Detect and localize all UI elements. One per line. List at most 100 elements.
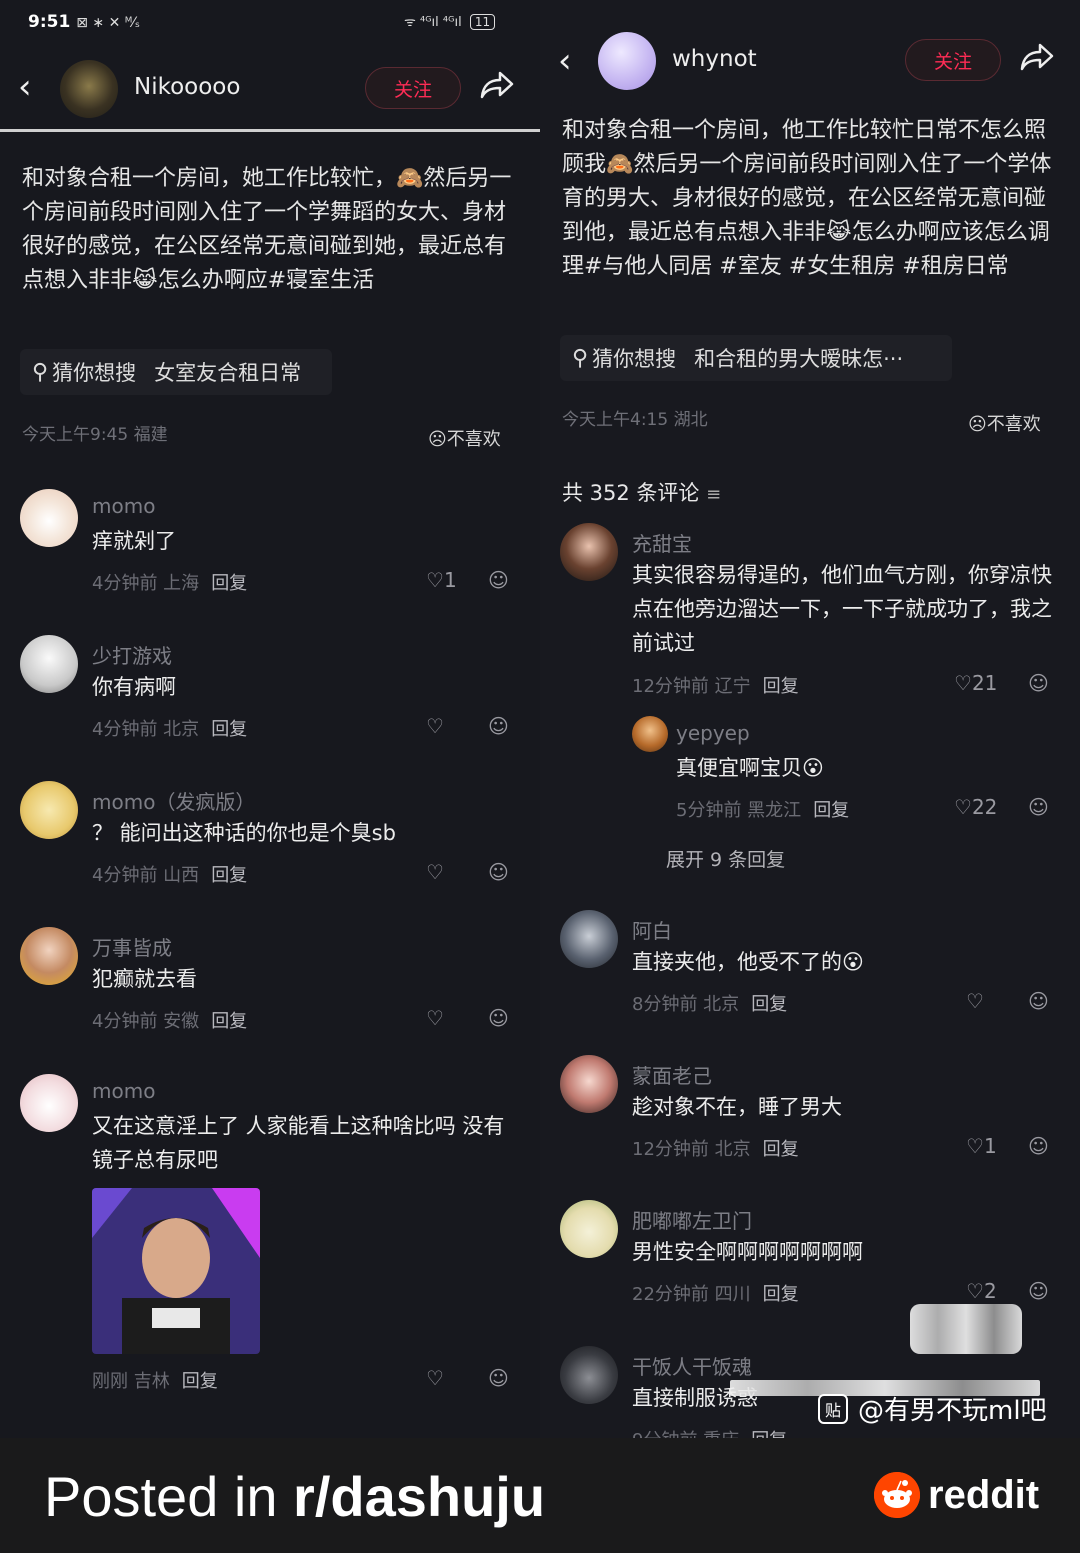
like-button[interactable]: ♡	[426, 1366, 444, 1390]
like-button[interactable]: ♡21	[954, 671, 997, 695]
watermark: 贴 @有男不玩ml吧	[818, 1390, 1047, 1427]
comment-avatar[interactable]	[560, 1200, 618, 1258]
comment-author[interactable]: 肥嘟嘟左卫门	[632, 1205, 752, 1234]
like-button[interactable]: ♡	[426, 714, 444, 738]
reddit-brand[interactable]: reddit	[874, 1472, 1039, 1518]
comment-author[interactable]: momo	[92, 494, 155, 518]
reply-button[interactable]: 回复	[763, 1284, 799, 1305]
comment-image[interactable]	[92, 1188, 260, 1354]
comment-author[interactable]: momo	[92, 1079, 155, 1103]
like-button[interactable]: ♡2	[966, 1279, 997, 1303]
like-count: 1	[443, 568, 457, 592]
search-suggestion[interactable]: ⚲ 猜你想搜 女室友合租日常	[20, 349, 332, 395]
like-button[interactable]: ♡	[966, 989, 984, 1013]
search-prefix: 猜你想搜	[592, 347, 677, 371]
heart-icon: ♡	[966, 1134, 984, 1158]
comment-author[interactable]: 干饭人干饭魂	[632, 1351, 752, 1380]
comment-avatar[interactable]	[560, 1055, 618, 1113]
reply-avatar[interactable]	[632, 716, 668, 752]
comment-emoji-icon[interactable]: ☺	[1028, 1279, 1049, 1303]
comment-emoji-icon[interactable]: ☺	[488, 568, 509, 592]
search-suggestion[interactable]: ⚲ 猜你想搜 和合租的男大暧昧怎···	[560, 335, 952, 381]
like-button[interactable]: ♡1	[426, 568, 457, 592]
comment-count: 共 352 条评论 ≡	[562, 477, 721, 507]
comment-emoji-icon[interactable]: ☺	[1028, 989, 1049, 1013]
reply-button[interactable]: 回复	[211, 719, 247, 740]
comment-emoji-icon[interactable]: ☺	[1028, 1134, 1049, 1158]
comment-avatar[interactable]	[20, 781, 78, 839]
author-name[interactable]: whynot	[672, 46, 757, 72]
back-icon[interactable]: ‹	[558, 44, 572, 78]
comment-emoji-icon[interactable]: ☺	[1028, 671, 1049, 695]
search-icon: ⚲	[32, 359, 49, 385]
heart-icon: ♡	[954, 671, 972, 695]
back-icon[interactable]: ‹	[18, 70, 32, 104]
comment-time: 22分钟前 四川	[632, 1284, 751, 1305]
heart-icon: ♡	[426, 1006, 444, 1030]
comment-emoji-icon[interactable]: ☺	[488, 860, 509, 884]
comment-meta: 4分钟前 上海 回复	[92, 569, 247, 595]
expand-replies-button[interactable]: 展开 9 条回复	[666, 845, 785, 872]
reply-button[interactable]: 回复	[751, 994, 787, 1015]
like-button[interactable]: ♡	[426, 1006, 444, 1030]
comment-author[interactable]: 万事皆成	[92, 932, 172, 961]
share-icon[interactable]	[1020, 42, 1054, 80]
dislike-icon: ☹	[428, 429, 447, 450]
censor-blur	[910, 1304, 1022, 1354]
sort-icon[interactable]: ≡	[706, 484, 721, 505]
reply-meta: 5分钟前 黑龙江 回复	[676, 796, 849, 822]
comment-avatar[interactable]	[560, 1346, 618, 1404]
heart-icon: ♡	[426, 568, 444, 592]
reddit-footer: Posted in r/dashuju reddit	[0, 1438, 1080, 1553]
like-button[interactable]: ♡1	[966, 1134, 997, 1158]
comment-avatar[interactable]	[560, 523, 618, 581]
comment-text: ？ 能问出这种话的你也是个臭sb	[92, 821, 396, 845]
reply-button[interactable]: 回复	[763, 676, 799, 697]
watermark-text: @有男不玩ml吧	[858, 1396, 1047, 1426]
dislike-button[interactable]: ☹不喜欢	[968, 410, 1041, 436]
share-icon[interactable]	[480, 70, 514, 108]
comment-avatar[interactable]	[20, 489, 78, 547]
comment-avatar[interactable]	[560, 910, 618, 968]
comment-emoji-icon[interactable]: ☺	[1028, 795, 1049, 819]
author-avatar[interactable]	[60, 60, 118, 118]
comment-time: 9分钟前 重庆	[632, 1430, 739, 1438]
post-text: 和对象合租一个房间，他工作比较忙日常不怎么照顾我🙈然后另一个房间前段时间刚入住了…	[562, 118, 1052, 279]
comment-author[interactable]: 少打游戏	[92, 640, 172, 669]
comment-author[interactable]: 蒙面老己	[632, 1060, 712, 1089]
reply-button[interactable]: 回复	[211, 865, 247, 886]
comment-meta: 22分钟前 四川 回复	[632, 1280, 799, 1306]
reply-button[interactable]: 回复	[211, 1011, 247, 1032]
comment-avatar[interactable]	[20, 1074, 78, 1132]
like-button[interactable]: ♡	[426, 860, 444, 884]
comment-author[interactable]: 充甜宝	[632, 528, 692, 557]
heart-icon: ♡	[426, 714, 444, 738]
follow-button[interactable]: 关注	[905, 39, 1001, 81]
reply-button[interactable]: 回复	[182, 1371, 218, 1392]
comment-time: 4分钟前 北京	[92, 719, 200, 740]
reply-button[interactable]: 回复	[813, 800, 849, 821]
comment-emoji-icon[interactable]: ☺	[488, 714, 509, 738]
battery-icon: 11	[469, 14, 496, 30]
comment-emoji-icon[interactable]: ☺	[488, 1006, 509, 1030]
search-prefix: 猜你想搜	[52, 361, 137, 385]
heart-icon: ♡	[966, 989, 984, 1013]
comment-avatar[interactable]	[20, 635, 78, 693]
comment-avatar[interactable]	[20, 927, 78, 985]
comment-author[interactable]: 阿白	[632, 915, 672, 944]
subreddit-name[interactable]: r/dashuju	[293, 1465, 545, 1528]
posted-in-label: Posted in r/dashuju	[44, 1464, 545, 1529]
reply-button[interactable]: 回复	[211, 573, 247, 594]
dislike-button[interactable]: ☹不喜欢	[428, 425, 501, 451]
reply-button[interactable]: 回复	[763, 1139, 799, 1160]
author-name[interactable]: Nikooooo	[134, 74, 240, 100]
follow-button[interactable]: 关注	[365, 67, 461, 109]
search-suggestion-text: 和合租的男大暧昧怎···	[694, 347, 904, 371]
like-button[interactable]: ♡22	[954, 795, 997, 819]
reply-button[interactable]: 回复	[751, 1430, 787, 1438]
comment-emoji-icon[interactable]: ☺	[488, 1366, 509, 1390]
reply-author[interactable]: yepyep	[676, 721, 750, 745]
reddit-snoo-icon	[874, 1472, 920, 1518]
author-avatar[interactable]	[598, 32, 656, 90]
comment-author[interactable]: momo（发疯版）	[92, 786, 255, 815]
